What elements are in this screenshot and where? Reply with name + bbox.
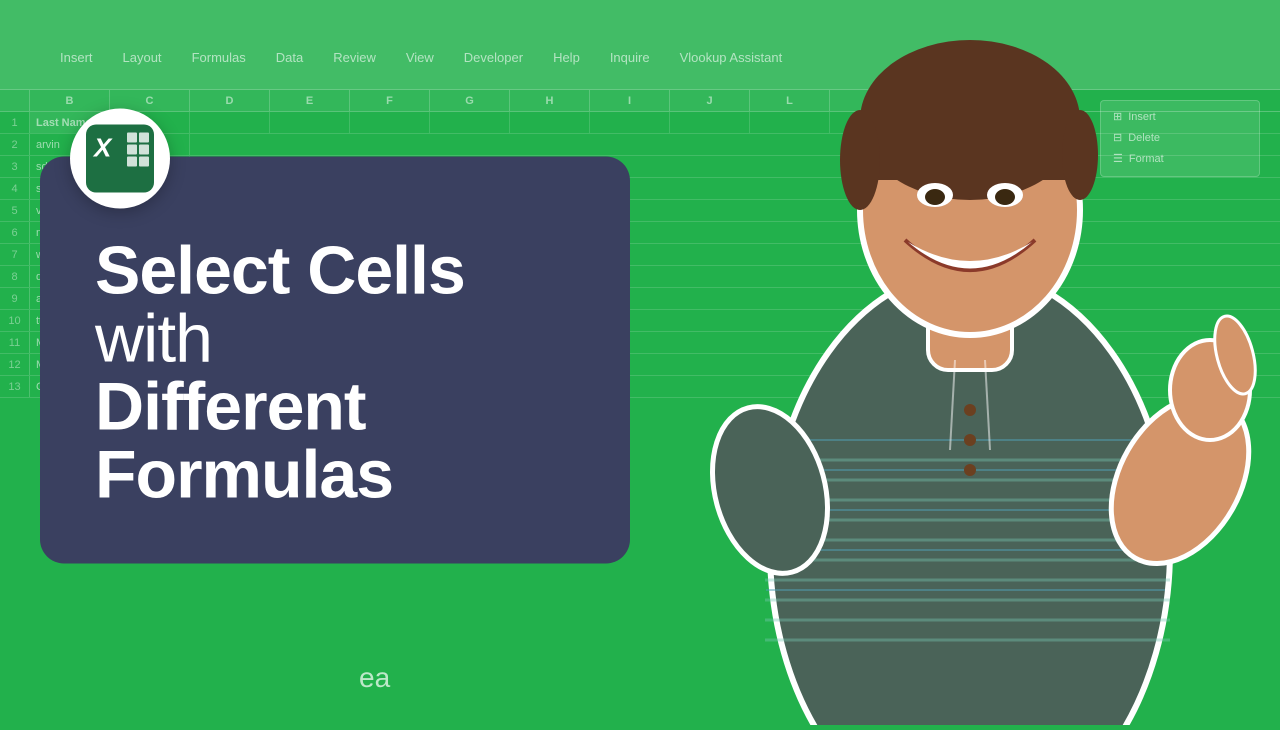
tab-data: Data <box>276 50 303 65</box>
cell-d1 <box>190 112 270 133</box>
grid-cell-2 <box>139 133 149 143</box>
grid-cell-1 <box>127 133 137 143</box>
tab-developer: Developer <box>464 50 523 65</box>
col-f: F <box>350 90 430 111</box>
row-num-header <box>0 90 30 111</box>
tab-review: Review <box>333 50 376 65</box>
tab-formulas: Formulas <box>192 50 246 65</box>
cell-e1 <box>270 112 350 133</box>
col-g: G <box>430 90 510 111</box>
excel-logo: X <box>70 109 170 209</box>
row-num-2: 2 <box>0 134 30 155</box>
grid-cell-4 <box>139 145 149 155</box>
tab-help: Help <box>553 50 580 65</box>
title-line-formulas: Formulas <box>95 441 575 509</box>
title-line-select-cells: Select Cells <box>95 237 575 305</box>
tab-layout: Layout <box>123 50 162 65</box>
row-num-1: 1 <box>0 112 30 133</box>
title-card: X Select Cells with Different Formulas <box>40 157 630 564</box>
cell-f1 <box>350 112 430 133</box>
title-line-with: with <box>95 305 575 373</box>
cell-h1 <box>510 112 590 133</box>
person-figure <box>640 0 1280 725</box>
col-h: H <box>510 90 590 111</box>
grid-cell-5 <box>127 157 137 167</box>
col-b: B <box>30 90 110 111</box>
title-line-different: Different <box>95 373 575 441</box>
grid-cell-6 <box>139 157 149 167</box>
grid-cell-3 <box>127 145 137 155</box>
cell-g1 <box>430 112 510 133</box>
tab-insert: Insert <box>60 50 93 65</box>
excel-grid-icon <box>127 133 149 167</box>
tab-view: View <box>406 50 434 65</box>
col-e: E <box>270 90 350 111</box>
bottom-text: ea <box>359 662 390 694</box>
excel-icon: X <box>86 125 154 193</box>
col-d: D <box>190 90 270 111</box>
excel-x-letter: X <box>94 133 111 164</box>
